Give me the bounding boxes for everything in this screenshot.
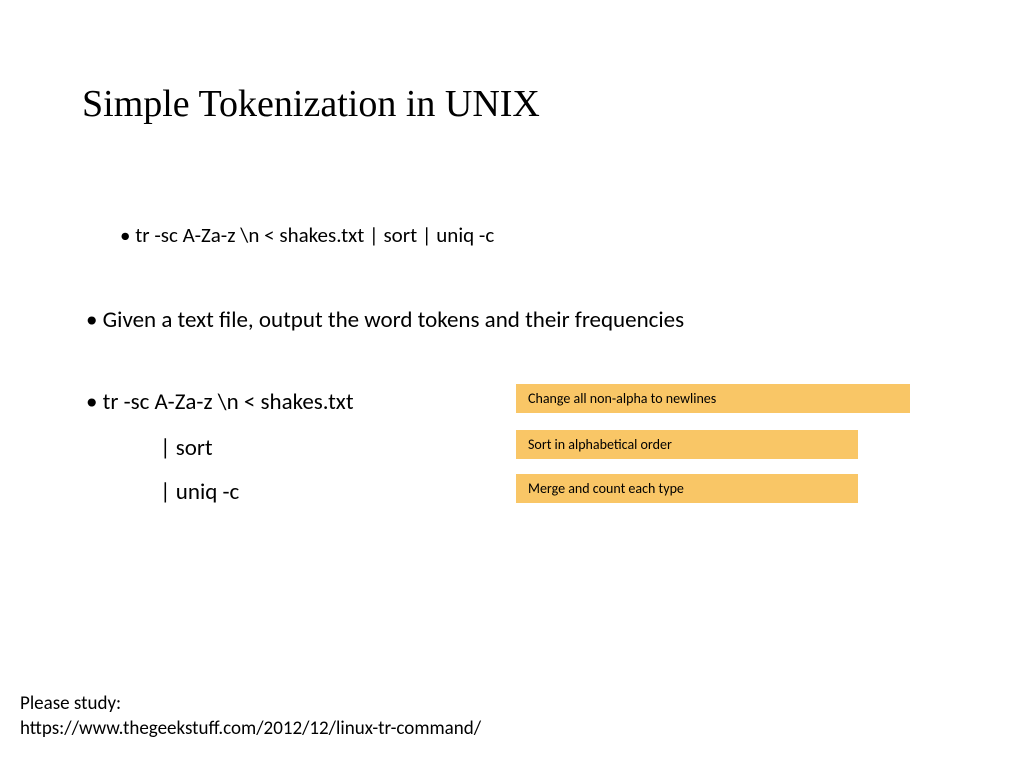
bullet-command-full: tr -sc A-Za-z \n < shakes.txt | sort | u… [120, 222, 494, 248]
slide-title: Simple Tokenization in UNIX [82, 82, 540, 126]
bullet-step-sort: | sort [160, 434, 213, 462]
annotation-tr: Change all non-alpha to newlines [516, 384, 910, 413]
slide: Simple Tokenization in UNIX tr -sc A-Za-… [0, 0, 1024, 768]
bullet-description: Given a text file, output the word token… [86, 306, 684, 334]
annotation-sort: Sort in alphabetical order [516, 430, 858, 459]
bullet-step-uniq: | uniq -c [160, 478, 239, 506]
footer-study-link: Please study: https://www.thegeekstuff.c… [20, 691, 481, 742]
footer-line1: Please study: [20, 691, 481, 717]
footer-line2: https://www.thegeekstuff.com/2012/12/lin… [20, 716, 481, 742]
annotation-uniq: Merge and count each type [516, 474, 858, 503]
bullet-step-tr: tr -sc A-Za-z \n < shakes.txt [86, 388, 354, 416]
